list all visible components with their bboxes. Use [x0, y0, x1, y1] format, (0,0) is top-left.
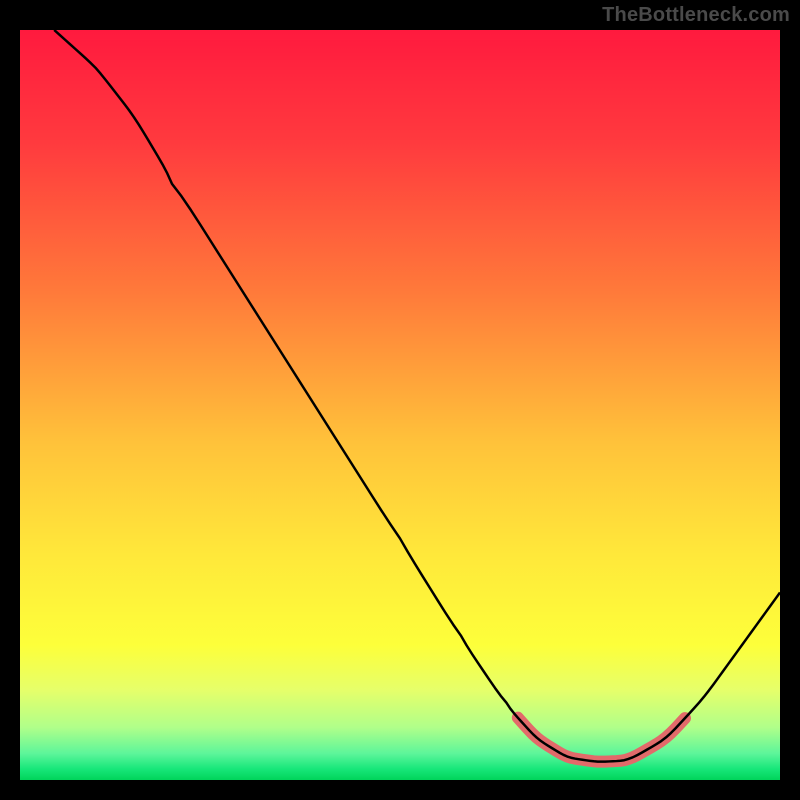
chart-svg — [20, 30, 780, 780]
gradient-background — [20, 30, 780, 780]
plot-area — [20, 30, 780, 780]
watermark-text: TheBottleneck.com — [602, 4, 790, 27]
chart-container: TheBottleneck.com — [0, 0, 800, 800]
